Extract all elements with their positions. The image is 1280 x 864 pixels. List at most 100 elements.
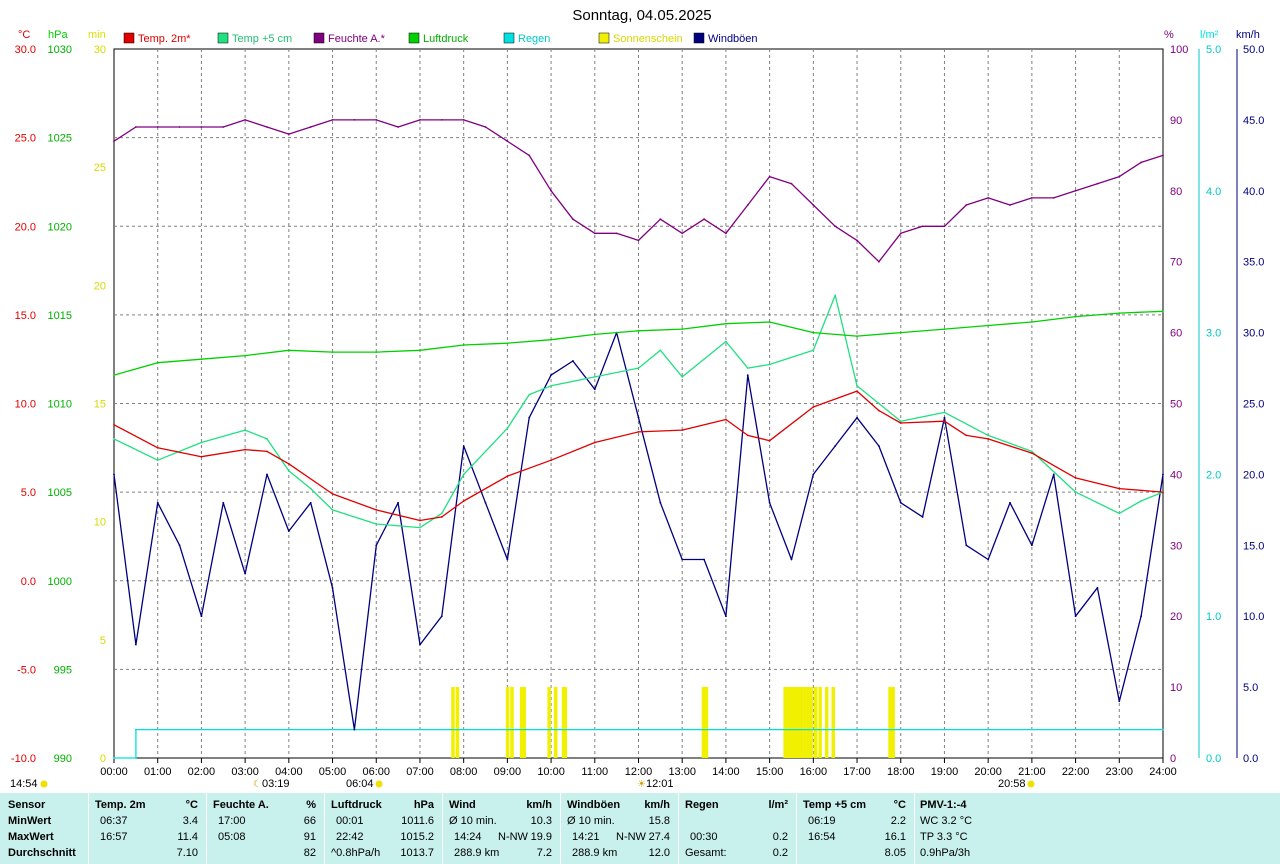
temp2m-unit: °C xyxy=(185,799,198,811)
data-point-humidity xyxy=(943,225,946,228)
data-point-gust xyxy=(877,445,880,447)
x-tick-label: 14:00 xyxy=(712,766,740,778)
data-point-temp5cm xyxy=(1074,491,1077,494)
data-point-gust xyxy=(266,473,268,476)
data-point-humidity xyxy=(1074,189,1077,192)
x-tick-label: 21:00 xyxy=(1018,766,1046,778)
data-point-temp5cm xyxy=(309,487,312,490)
pressure-trend: ^0.8hPa/h xyxy=(331,847,381,859)
moonrise-label: 03:19 xyxy=(262,778,290,790)
data-point-temp5cm xyxy=(659,349,662,352)
x-tick-label: 24:00 xyxy=(1149,766,1177,778)
sunset-icon xyxy=(1027,780,1035,788)
stats-row-avg: Durchschnitt xyxy=(8,847,76,859)
wind-max-dir: N-NW xyxy=(498,831,528,843)
data-point-gust xyxy=(834,445,837,447)
data-point-temp5cm xyxy=(877,402,880,405)
data-point-gust xyxy=(178,544,181,547)
data-point-temp2m xyxy=(987,438,990,440)
rain-max-value: 0.2 xyxy=(772,831,788,843)
data-point-temp2m xyxy=(113,423,115,426)
data-point-temp5cm xyxy=(1118,512,1121,515)
sunshine-bar xyxy=(786,687,790,758)
temp2m-min: 3.4 xyxy=(182,815,198,827)
sunshine-bar xyxy=(824,687,829,758)
pmv-dewpoint: TP 3.3 °C xyxy=(920,831,968,843)
legend-label-rain: Regen xyxy=(518,33,550,45)
sun-icon xyxy=(40,780,48,788)
x-tick-label: 16:00 xyxy=(800,766,828,778)
pressure-unit-label: hPa xyxy=(48,29,68,41)
data-point-rain xyxy=(113,757,115,759)
temp5-avg: 8.05 xyxy=(884,847,906,859)
humidity-avg: 82 xyxy=(303,847,316,859)
data-point-temp5cm xyxy=(200,441,203,444)
data-point-humidity xyxy=(725,232,727,235)
data-point-humidity xyxy=(397,126,400,128)
data-point-gust xyxy=(921,516,924,518)
humidity-axis-tick-label: 80 xyxy=(1170,186,1182,198)
data-point-humidity xyxy=(1140,161,1143,164)
noon-icon: ☀ xyxy=(637,779,646,790)
data-point-temp2m xyxy=(440,516,443,518)
data-point-humidity xyxy=(266,126,268,128)
legend-swatch-gust xyxy=(693,32,705,44)
sunshine-bar xyxy=(505,687,510,758)
data-point-gust xyxy=(703,558,705,561)
stats-row-min: MinWert xyxy=(8,815,52,827)
sunshine-bar xyxy=(809,687,814,758)
data-point-gust xyxy=(681,558,684,561)
wind-distance: 288.9 km xyxy=(454,847,500,859)
wind-axis-tick-label: 50.0 xyxy=(1243,44,1264,56)
data-point-pressure xyxy=(331,351,334,353)
temp5-max-time: 16:54 xyxy=(808,831,836,843)
data-point-temp2m xyxy=(637,430,640,433)
data-point-temp5cm xyxy=(331,508,334,511)
stats-row-max: MaxWert xyxy=(8,831,54,843)
data-point-temp5cm xyxy=(419,526,421,529)
data-point-gust xyxy=(1074,615,1077,618)
humidity-axis-tick-label: 30 xyxy=(1170,540,1182,552)
x-tick-label: 01:00 xyxy=(144,766,172,778)
data-point-gust xyxy=(506,558,509,561)
wind-unit-label: km/h xyxy=(1236,29,1260,41)
data-point-pressure xyxy=(1118,312,1121,315)
data-point-humidity xyxy=(419,119,421,121)
data-point-humidity xyxy=(244,119,247,121)
gust-avg-label: Ø 10 min. xyxy=(567,815,615,827)
data-point-humidity xyxy=(353,119,356,121)
data-point-pressure xyxy=(462,344,465,346)
data-point-humidity xyxy=(1052,196,1055,199)
stats-col-humidity: Feuchte A. % 17:00 66 05:08 91 82 xyxy=(206,793,324,864)
data-point-humidity xyxy=(528,154,531,157)
rain-unit-label: l/m² xyxy=(1200,29,1219,41)
data-point-gust xyxy=(375,544,378,547)
sunshine-bar xyxy=(793,687,797,758)
pmv-header: PMV-1:-4 xyxy=(920,799,967,811)
data-point-humidity xyxy=(812,204,815,206)
gust-avg-value: 15.8 xyxy=(648,815,670,827)
wind-axis-tick-label: 45.0 xyxy=(1243,115,1264,127)
humidity-axis-tick-label: 0 xyxy=(1170,753,1176,765)
data-point-temp5cm xyxy=(637,367,640,369)
sun-axis-tick-label: 10 xyxy=(94,517,106,529)
data-point-temp2m xyxy=(200,455,203,458)
gust-header: Windböen xyxy=(567,799,621,811)
data-point-pressure xyxy=(506,342,509,345)
temp-axis-tick-label: -5.0 xyxy=(17,664,36,676)
data-point-humidity xyxy=(375,119,378,121)
data-point-pressure xyxy=(1074,315,1077,318)
data-point-pressure xyxy=(593,333,596,336)
pressure-axis-tick-label: 1030 xyxy=(48,44,72,56)
data-point-humidity xyxy=(134,126,137,128)
pressure-max: 1015.2 xyxy=(400,831,434,843)
gust-max-time: 14:21 xyxy=(572,831,600,843)
humidity-unit-label: % xyxy=(1164,29,1174,41)
data-point-temp5cm xyxy=(550,384,552,387)
data-point-humidity xyxy=(746,204,749,206)
data-point-temp2m xyxy=(156,446,159,449)
humidity-axis-tick-label: 100 xyxy=(1170,44,1188,56)
data-point-temp5cm xyxy=(943,411,946,414)
data-point-humidity xyxy=(1009,204,1011,206)
data-point-humidity xyxy=(856,239,858,242)
